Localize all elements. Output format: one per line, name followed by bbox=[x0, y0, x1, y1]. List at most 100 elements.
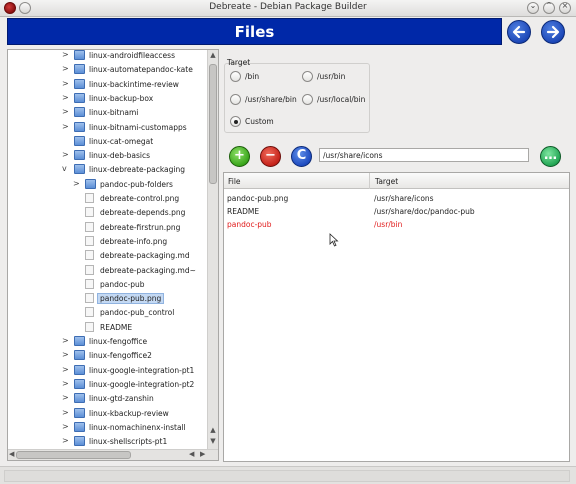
file-icon bbox=[85, 321, 94, 332]
clear-files-button[interactable]: C bbox=[291, 146, 312, 167]
radio-indicator[interactable] bbox=[302, 94, 313, 105]
tree-item-label: pandoc-pub.png bbox=[97, 293, 165, 305]
status-bar bbox=[0, 466, 576, 484]
expand-arrow-icon[interactable]: > bbox=[62, 107, 70, 116]
maximize-button[interactable]: ⌃ bbox=[543, 1, 555, 14]
scroll-down-icon[interactable]: ▼ bbox=[208, 437, 218, 445]
tree-item-label: linux-google-integration-pt2 bbox=[89, 379, 195, 389]
file-icon bbox=[85, 293, 94, 304]
folder-icon bbox=[74, 64, 85, 75]
folder-icon bbox=[74, 421, 85, 432]
close-button[interactable]: × bbox=[559, 1, 571, 14]
tree-horizontal-scroll-thumb[interactable] bbox=[16, 451, 131, 459]
tree-item-label: debreate-depends.png bbox=[100, 208, 186, 218]
column-header-target[interactable]: Target bbox=[375, 177, 398, 186]
file-cell: README bbox=[227, 207, 260, 216]
tree-item-label: debreate-info.png bbox=[100, 236, 168, 246]
tree-item-label: linux-fengoffice bbox=[89, 337, 148, 346]
tree-vertical-scrollbar[interactable]: ▲ ▲ ▼ bbox=[207, 50, 218, 450]
folder-icon bbox=[74, 393, 85, 404]
scroll-left-icon[interactable]: ◀ bbox=[9, 450, 14, 458]
expand-arrow-icon[interactable]: > bbox=[62, 365, 70, 374]
folder-icon bbox=[74, 121, 85, 132]
radio-indicator[interactable] bbox=[302, 71, 313, 82]
files-table-row[interactable]: pandoc-pub.png/usr/share/icons bbox=[224, 192, 569, 205]
tree-item-label: pandoc-pub bbox=[100, 279, 145, 289]
scroll-right-icon[interactable]: ▶ bbox=[200, 450, 205, 458]
ellipsis-icon: … bbox=[544, 148, 557, 163]
radio-label: Custom bbox=[245, 117, 274, 126]
file-tree[interactable]: > linux-androidfileaccess > linux-automatep… bbox=[7, 49, 219, 461]
file-icon bbox=[85, 250, 94, 261]
folder-icon bbox=[74, 135, 85, 146]
radio-label: /usr/share/bin bbox=[245, 95, 297, 104]
tree-item-label: pandoc-pub-folders bbox=[100, 179, 173, 189]
tree-item-label: linux-backup-box bbox=[89, 93, 154, 103]
minimize-button[interactable]: ⌄ bbox=[527, 1, 539, 14]
files-table-row[interactable]: README/usr/share/doc/pandoc-pub bbox=[224, 205, 569, 218]
tree-item-label: linux-bitnami-customapps bbox=[89, 122, 187, 132]
tree-vertical-scroll-thumb[interactable] bbox=[209, 64, 217, 184]
add-file-button[interactable]: + bbox=[229, 146, 250, 167]
tree-horizontal-scrollbar[interactable]: ◀ ◀ ▶ bbox=[8, 449, 218, 460]
remove-file-button[interactable]: − bbox=[260, 146, 281, 167]
target-cell: /usr/bin bbox=[374, 220, 403, 229]
folder-icon bbox=[74, 92, 85, 103]
folder-icon bbox=[74, 78, 85, 89]
expand-arrow-icon[interactable]: > bbox=[62, 122, 70, 131]
expand-arrow-icon[interactable]: > bbox=[62, 422, 70, 431]
tree-item-label: linux-google-integration-pt1 bbox=[89, 365, 195, 375]
plus-icon: + bbox=[234, 148, 245, 163]
title-bar: Debreate - Debian Package Builder ⌄ ⌃ × bbox=[0, 0, 576, 17]
radio-indicator[interactable] bbox=[230, 94, 241, 105]
tree-item-label: debreate-control.png bbox=[100, 194, 180, 203]
expand-arrow-icon[interactable]: > bbox=[62, 393, 70, 402]
arrow-right-icon bbox=[546, 25, 560, 39]
column-header-file[interactable]: File bbox=[228, 177, 241, 186]
tree-item-label: linux-gtd-zanshin bbox=[89, 394, 154, 404]
file-cell: pandoc-pub bbox=[227, 220, 272, 229]
folder-icon bbox=[74, 164, 85, 175]
expand-arrow-icon[interactable]: > bbox=[62, 379, 70, 388]
radio-label: /usr/local/bin bbox=[317, 95, 366, 104]
page-title: Files bbox=[234, 23, 275, 41]
file-icon bbox=[85, 221, 94, 232]
radio-label: /usr/bin bbox=[317, 72, 346, 81]
radio-label: /bin bbox=[245, 72, 260, 81]
expand-arrow-icon[interactable]: > bbox=[62, 436, 70, 445]
tree-item-label: linux-nomachinenx-install bbox=[89, 422, 186, 432]
custom-target-input[interactable] bbox=[319, 148, 529, 162]
expand-arrow-icon[interactable]: > bbox=[62, 93, 70, 102]
scroll-left-icon[interactable]: ◀ bbox=[189, 450, 194, 458]
forward-button[interactable] bbox=[541, 20, 565, 44]
file-icon bbox=[85, 264, 94, 275]
files-table-row[interactable]: pandoc-pub/usr/bin bbox=[224, 218, 569, 231]
back-button[interactable] bbox=[507, 20, 531, 44]
scroll-up-icon[interactable]: ▲ bbox=[208, 51, 218, 59]
files-table[interactable]: File Target pandoc-pub.png/usr/share/ico… bbox=[223, 172, 570, 462]
target-group: Target /bin /usr/bin /usr/share/bin /usr… bbox=[224, 56, 370, 134]
files-table-header: File Target bbox=[224, 173, 569, 189]
browse-button[interactable]: … bbox=[540, 146, 561, 167]
minus-icon: − bbox=[265, 148, 276, 163]
scroll-up-icon[interactable]: ▲ bbox=[208, 426, 218, 434]
file-icon bbox=[85, 207, 94, 218]
expand-arrow-icon[interactable]: > bbox=[62, 336, 70, 345]
expanded-arrow-icon[interactable]: v bbox=[62, 164, 70, 173]
expand-arrow-icon[interactable]: > bbox=[62, 350, 70, 359]
file-icon bbox=[85, 193, 94, 203]
expand-arrow-icon[interactable]: > bbox=[62, 408, 70, 417]
expand-arrow-icon[interactable]: > bbox=[62, 150, 70, 159]
expand-arrow-icon[interactable]: > bbox=[62, 50, 70, 59]
expand-arrow-icon[interactable]: > bbox=[62, 64, 70, 73]
expand-arrow-icon[interactable]: > bbox=[62, 79, 70, 88]
tree-item-label: linux-fengoffice2 bbox=[89, 351, 152, 361]
tree-item-label: linux-bitnami bbox=[89, 108, 139, 118]
expand-arrow-icon[interactable]: > bbox=[73, 179, 81, 188]
radio-indicator[interactable] bbox=[230, 71, 241, 82]
radio-indicator[interactable] bbox=[230, 116, 241, 127]
mouse-pointer-icon bbox=[329, 233, 339, 247]
folder-icon bbox=[74, 407, 85, 418]
column-separator[interactable] bbox=[369, 173, 370, 189]
tree-item-label: linux-shellscripts-pt1 bbox=[89, 437, 168, 447]
